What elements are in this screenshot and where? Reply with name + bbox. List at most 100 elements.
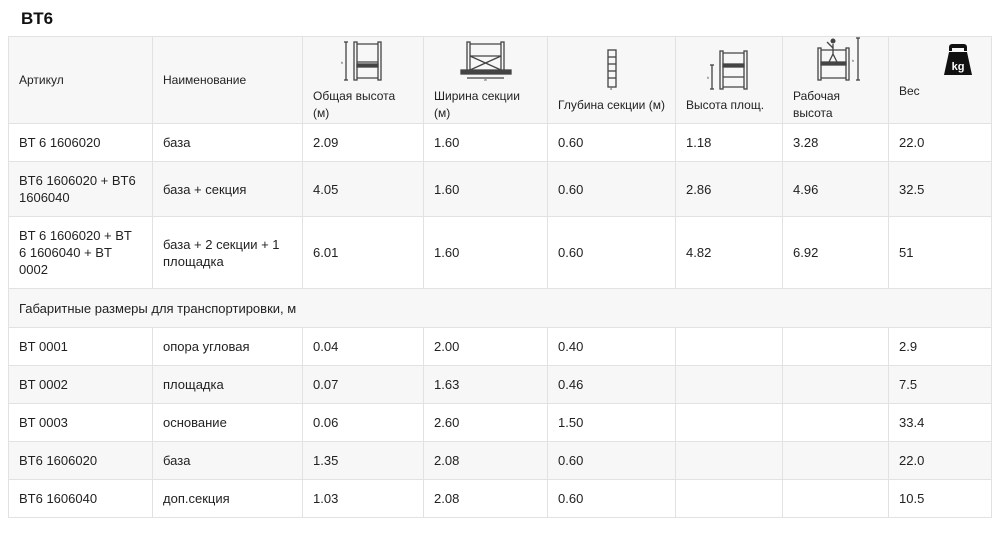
spec-table: Артикул Наименование h Общая высота (м) …	[8, 36, 992, 518]
cell-name: доп.секция	[152, 479, 303, 518]
cell-total-height: 2.09	[302, 123, 424, 162]
svg-text:h: h	[341, 60, 343, 65]
col-header-weight-label: Вес	[899, 83, 920, 98]
total-height-icon: h	[313, 34, 413, 82]
cell-name: база	[152, 441, 303, 480]
svg-text:h: h	[852, 58, 854, 63]
working-height-icon: h	[793, 34, 878, 82]
col-header-section-width-label: Ширина секции (м)	[434, 89, 520, 120]
cell-total-height: 6.01	[302, 216, 424, 289]
cell-article: BT6 1606020 + BT6 1606040	[8, 161, 153, 217]
col-header-section-depth: d Глубина секции (м)	[547, 36, 676, 124]
cell-name: площадка	[152, 365, 303, 404]
cell-depth: 0.60	[547, 441, 676, 480]
cell-total-height: 4.05	[302, 161, 424, 217]
cell-width: 1.60	[423, 123, 548, 162]
table-row: BT 6 1606020 база 2.09 1.60 0.60 1.18 3.…	[8, 123, 992, 162]
cell-platform	[675, 479, 783, 518]
cell-article: BT 0002	[8, 365, 153, 404]
cell-platform	[675, 441, 783, 480]
cell-platform	[675, 365, 783, 404]
cell-depth: 0.60	[547, 123, 676, 162]
cell-working	[782, 441, 889, 480]
cell-depth: 0.60	[547, 161, 676, 217]
cell-width: 1.60	[423, 216, 548, 289]
cell-depth: 0.60	[547, 216, 676, 289]
cell-weight: 33.4	[888, 403, 992, 442]
cell-working	[782, 479, 889, 518]
table-row: BT 0002 площадка 0.07 1.63 0.46 7.5	[8, 365, 992, 404]
col-header-section-depth-label: Глубина секции (м)	[558, 97, 665, 112]
col-header-working-height: h Рабочая высота	[782, 34, 889, 124]
cell-working: 3.28	[782, 123, 889, 162]
svg-text:h: h	[707, 75, 709, 80]
cell-platform: 1.18	[675, 123, 783, 162]
cell-working: 6.92	[782, 216, 889, 289]
cell-article: BT 0003	[8, 403, 153, 442]
section-depth-icon: d	[558, 43, 665, 91]
cell-working	[782, 365, 889, 404]
col-header-weight: kg Вес	[888, 36, 992, 124]
table-row: BT 6 1606020 + BT 6 1606040 + BT 0002 ба…	[8, 216, 992, 289]
cell-total-height: 1.35	[302, 441, 424, 480]
cell-article: BT 0001	[8, 327, 153, 366]
cell-working	[782, 327, 889, 366]
cell-working: 4.96	[782, 161, 889, 217]
cell-weight: 51	[888, 216, 992, 289]
cell-weight: 2.9	[888, 327, 992, 366]
cell-platform	[675, 327, 783, 366]
cell-depth: 0.60	[547, 479, 676, 518]
svg-text:d: d	[610, 86, 612, 91]
cell-total-height: 1.03	[302, 479, 424, 518]
col-header-article-label: Артикул	[19, 72, 64, 87]
cell-name: опора угловая	[152, 327, 303, 366]
cell-article: BT 6 1606020 + BT 6 1606040 + BT 0002	[8, 216, 153, 289]
col-header-section-width: w Ширина секции (м)	[423, 34, 548, 124]
cell-total-height: 0.07	[302, 365, 424, 404]
table-row: BT6 1606020 + BT6 1606040 база + секция …	[8, 161, 992, 217]
transport-caption: Габаритные размеры для транспортировки, …	[8, 288, 992, 328]
table-row: BT6 1606040 доп.секция 1.03 2.08 0.60 10…	[8, 479, 992, 518]
cell-article: BT 6 1606020	[8, 123, 153, 162]
col-header-name: Наименование	[152, 36, 303, 124]
col-header-article: Артикул	[8, 36, 153, 124]
section-width-icon: w	[434, 34, 537, 82]
col-header-platform-height: h Высота площ.	[675, 36, 783, 124]
cell-depth: 1.50	[547, 403, 676, 442]
weight-icon: kg	[899, 41, 981, 77]
cell-width: 1.60	[423, 161, 548, 217]
cell-weight: 7.5	[888, 365, 992, 404]
cell-total-height: 0.06	[302, 403, 424, 442]
transport-caption-row: Габаритные размеры для транспортировки, …	[8, 288, 992, 328]
cell-width: 2.08	[423, 441, 548, 480]
cell-weight: 32.5	[888, 161, 992, 217]
header-row: Артикул Наименование h Общая высота (м) …	[8, 34, 992, 124]
cell-name: база + 2 секции + 1 площадка	[152, 216, 303, 289]
cell-depth: 0.46	[547, 365, 676, 404]
cell-platform: 4.82	[675, 216, 783, 289]
cell-platform	[675, 403, 783, 442]
table-row: BT 0003 основание 0.06 2.60 1.50 33.4	[8, 403, 992, 442]
cell-width: 1.63	[423, 365, 548, 404]
cell-depth: 0.40	[547, 327, 676, 366]
cell-width: 2.08	[423, 479, 548, 518]
cell-article: BT6 1606040	[8, 479, 153, 518]
cell-width: 2.60	[423, 403, 548, 442]
col-header-total-height: h Общая высота (м)	[302, 34, 424, 124]
cell-weight: 22.0	[888, 123, 992, 162]
cell-name: база + секция	[152, 161, 303, 217]
col-header-total-height-label: Общая высота (м)	[313, 89, 396, 120]
platform-height-icon: h	[686, 43, 772, 91]
cell-working	[782, 403, 889, 442]
cell-name: база	[152, 123, 303, 162]
cell-name: основание	[152, 403, 303, 442]
table-row: BT6 1606020 база 1.35 2.08 0.60 22.0	[8, 441, 992, 480]
page-title: BT6	[21, 9, 54, 28]
col-header-platform-height-label: Высота площ.	[686, 97, 765, 112]
cell-article: BT6 1606020	[8, 441, 153, 480]
weight-icon-label: kg	[952, 61, 965, 73]
svg-text:w: w	[484, 77, 487, 82]
cell-platform: 2.86	[675, 161, 783, 217]
col-header-working-height-label: Рабочая высота	[793, 89, 840, 120]
cell-total-height: 0.04	[302, 327, 424, 366]
